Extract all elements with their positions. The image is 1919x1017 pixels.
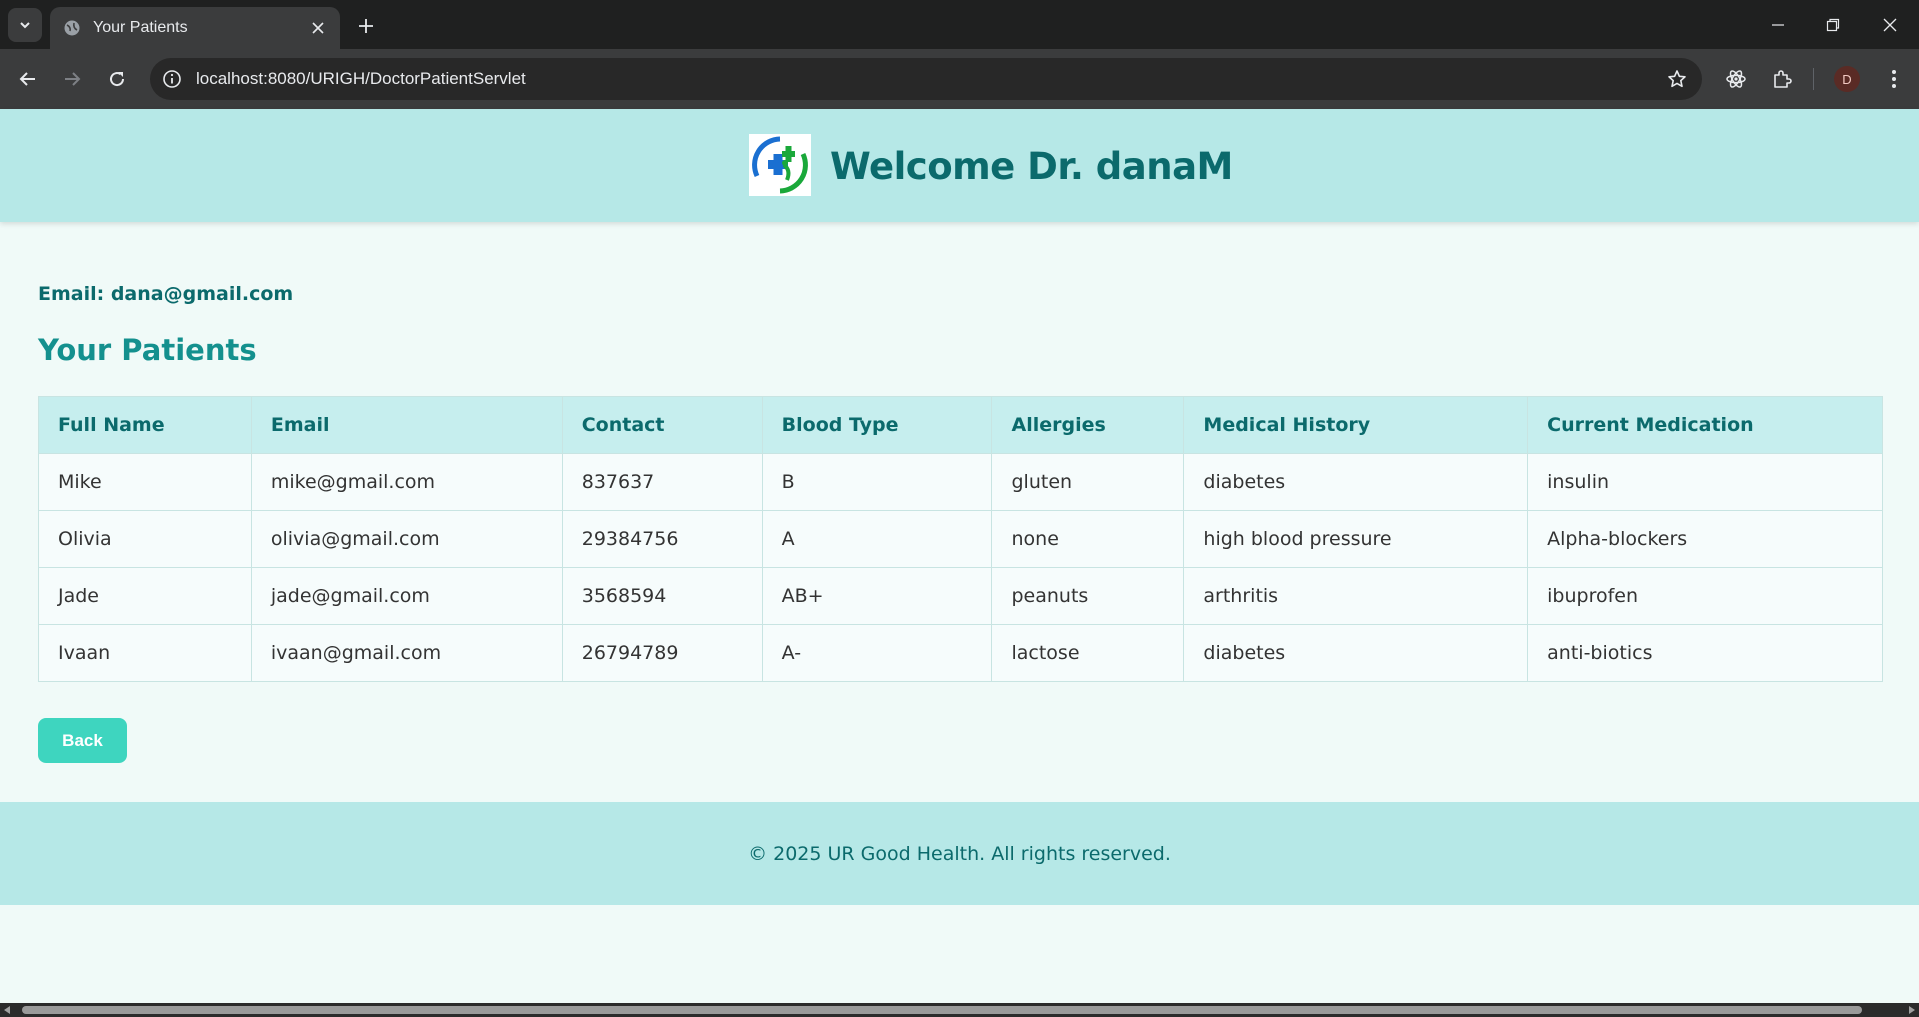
- cell-full-name: Mike: [38, 453, 252, 511]
- copyright-text: © 2025 UR Good Health. All rights reserv…: [748, 842, 1171, 865]
- cell-contact: 26794789: [561, 624, 763, 682]
- address-bar[interactable]: localhost:8080/URIGH/DoctorPatientServle…: [150, 58, 1702, 100]
- cell-full-name: Jade: [38, 567, 252, 625]
- table-row: Jade jade@gmail.com 3568594 AB+ peanuts …: [38, 567, 1883, 625]
- column-header-allergies: Allergies: [991, 396, 1185, 454]
- welcome-heading: Welcome Dr. danaM: [830, 145, 1233, 188]
- plus-icon: [359, 19, 373, 33]
- url-text: localhost:8080/URIGH/DoctorPatientServle…: [196, 69, 526, 88]
- extensions-icon[interactable]: [1768, 65, 1796, 93]
- back-nav-button[interactable]: [12, 63, 44, 95]
- cell-contact: 3568594: [561, 567, 763, 625]
- patients-table: Full Name Email Contact Blood Type Aller…: [38, 396, 1883, 682]
- cell-blood-type: A: [761, 510, 993, 568]
- reload-button[interactable]: [101, 63, 133, 95]
- arrow-left-icon: [19, 72, 35, 86]
- info-icon[interactable]: [161, 68, 183, 90]
- cell-blood-type: AB+: [761, 567, 993, 625]
- minimize-button[interactable]: [1757, 9, 1799, 41]
- cell-allergies: lactose: [991, 624, 1185, 682]
- cell-allergies: none: [991, 510, 1185, 568]
- close-icon: [1883, 18, 1897, 32]
- browser-toolbar: localhost:8080/URIGH/DoctorPatientServle…: [0, 49, 1919, 109]
- column-header-full-name: Full Name: [38, 396, 252, 454]
- forward-nav-button[interactable]: [56, 63, 88, 95]
- star-icon[interactable]: [1666, 68, 1688, 90]
- new-tab-button[interactable]: [352, 12, 380, 40]
- doctor-email: Email: dana@gmail.com: [38, 283, 294, 305]
- react-devtools-icon[interactable]: [1722, 65, 1750, 93]
- cell-contact: 29384756: [561, 510, 763, 568]
- table-row: Olivia olivia@gmail.com 29384756 A none …: [38, 510, 1883, 568]
- close-window-button[interactable]: [1869, 9, 1911, 41]
- cell-blood-type: A-: [761, 624, 993, 682]
- cell-medical-history: diabetes: [1183, 624, 1529, 682]
- profile-avatar[interactable]: D: [1834, 66, 1860, 92]
- cell-email: mike@gmail.com: [250, 453, 563, 511]
- minimize-icon: [1772, 24, 1784, 26]
- tab-title: Your Patients: [93, 19, 188, 36]
- reload-icon: [110, 72, 125, 87]
- browser-tabstrip: Your Patients: [0, 0, 1919, 49]
- scroll-right-arrow-icon[interactable]: [1909, 1006, 1915, 1014]
- page-title: Your Patients: [38, 333, 257, 367]
- table-header-row: Full Name Email Contact Blood Type Aller…: [38, 396, 1883, 454]
- column-header-blood-type: Blood Type: [761, 396, 993, 454]
- back-button[interactable]: Back: [38, 718, 127, 763]
- restore-button[interactable]: [1812, 9, 1854, 41]
- scrollbar-thumb[interactable]: [22, 1006, 1862, 1014]
- site-footer: © 2025 UR Good Health. All rights reserv…: [0, 802, 1919, 905]
- cell-allergies: peanuts: [991, 567, 1185, 625]
- cell-current-medication: insulin: [1527, 453, 1883, 511]
- cell-medical-history: arthritis: [1183, 567, 1529, 625]
- column-header-contact: Contact: [561, 396, 763, 454]
- table-row: Mike mike@gmail.com 837637 B gluten diab…: [38, 453, 1883, 511]
- column-header-medical-history: Medical History: [1183, 396, 1529, 454]
- cell-allergies: gluten: [991, 453, 1185, 511]
- chevron-down-icon: [20, 22, 30, 29]
- kebab-menu-icon[interactable]: [1880, 65, 1908, 93]
- cell-medical-history: high blood pressure: [1183, 510, 1529, 568]
- arrow-right-icon: [65, 72, 81, 86]
- cell-current-medication: ibuprofen: [1527, 567, 1883, 625]
- site-header: Welcome Dr. danaM: [0, 109, 1919, 222]
- cell-medical-history: diabetes: [1183, 453, 1529, 511]
- cell-full-name: Ivaan: [38, 624, 252, 682]
- health-logo-icon: [749, 134, 811, 196]
- cell-email: olivia@gmail.com: [250, 510, 563, 568]
- restore-icon: [1826, 18, 1840, 32]
- cell-current-medication: Alpha-blockers: [1527, 510, 1883, 568]
- tab-active[interactable]: Your Patients: [50, 7, 340, 49]
- column-header-email: Email: [250, 396, 563, 454]
- cell-contact: 837637: [561, 453, 763, 511]
- cell-current-medication: anti-biotics: [1527, 624, 1883, 682]
- scroll-left-arrow-icon[interactable]: [4, 1006, 10, 1014]
- tab-search-button[interactable]: [8, 8, 42, 42]
- globe-icon: [63, 19, 81, 37]
- cell-full-name: Olivia: [38, 510, 252, 568]
- column-header-current-medication: Current Medication: [1527, 396, 1883, 454]
- cell-blood-type: B: [761, 453, 993, 511]
- horizontal-scrollbar[interactable]: [0, 1003, 1919, 1017]
- cell-email: jade@gmail.com: [250, 567, 563, 625]
- cell-email: ivaan@gmail.com: [250, 624, 563, 682]
- table-row: Ivaan ivaan@gmail.com 26794789 A- lactos…: [38, 624, 1883, 682]
- toolbar-divider: [1813, 68, 1814, 90]
- close-icon[interactable]: [304, 14, 332, 42]
